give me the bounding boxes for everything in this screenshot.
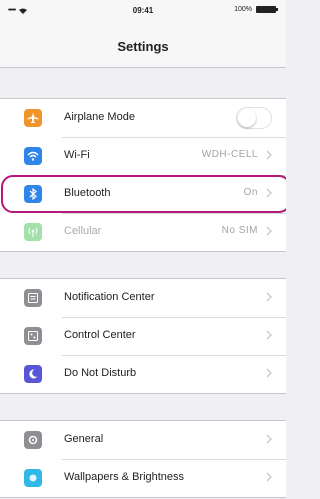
battery-icon (256, 6, 278, 13)
gear-icon (24, 431, 42, 449)
toggle-knob (238, 109, 256, 127)
cellular-icon (24, 223, 42, 241)
wifi-icon (24, 147, 42, 165)
chevron-right-icon (266, 368, 272, 378)
chevron-right-icon (266, 150, 272, 160)
settings-row-general[interactable]: General (0, 421, 286, 459)
chevron-right-icon (266, 472, 272, 482)
wallpaper-icon (24, 469, 42, 487)
settings-row-label: General (64, 433, 104, 445)
notification-center-icon (24, 289, 42, 307)
settings-row-cellular[interactable]: Cellular No SIM (0, 213, 286, 251)
settings-row-notification-center[interactable]: Notification Center (0, 279, 286, 317)
settings-row-airplane-mode[interactable]: Airplane Mode (0, 99, 286, 137)
chevron-right-icon (266, 226, 272, 236)
settings-row-wifi[interactable]: Wi-Fi WDH-CELL (0, 137, 286, 175)
control-center-icon (24, 327, 42, 345)
settings-row-label: Cellular (64, 225, 102, 237)
settings-row-label: Do Not Disturb (64, 367, 137, 379)
settings-row-label: Wi-Fi (64, 149, 90, 161)
settings-row-label: Wallpapers & Brightness (64, 471, 185, 483)
chevron-right-icon (266, 292, 272, 302)
settings-row-label: Control Center (64, 329, 136, 341)
cellular-status-value: No SIM (221, 225, 258, 236)
navigation-bar: Settings (0, 20, 286, 68)
bluetooth-highlight-outline (1, 175, 286, 213)
battery-percent: 100% (234, 6, 252, 13)
settings-row-wallpapers-brightness[interactable]: Wallpapers & Brightness (0, 459, 286, 497)
chevron-right-icon (266, 434, 272, 444)
page-title: Settings (117, 39, 169, 54)
chevron-right-icon (266, 330, 272, 340)
status-bar: ••••• 09:41 100% (0, 0, 286, 20)
settings-row-label: Airplane Mode (64, 111, 135, 123)
airplane-mode-toggle[interactable] (236, 107, 272, 129)
settings-row-control-center[interactable]: Control Center (0, 317, 286, 355)
moon-icon (24, 365, 42, 383)
settings-row-label: Notification Center (64, 291, 155, 303)
settings-row-do-not-disturb[interactable]: Do Not Disturb (0, 355, 286, 393)
group-system: Notification Center Control Center Do No… (0, 278, 286, 394)
wifi-network-value: WDH-CELL (201, 149, 258, 160)
settings-screen: ••••• 09:41 100% Settings Airplane Mode … (0, 0, 286, 499)
group-general: General Wallpapers & Brightness (0, 420, 286, 498)
airplane-icon (24, 109, 42, 127)
